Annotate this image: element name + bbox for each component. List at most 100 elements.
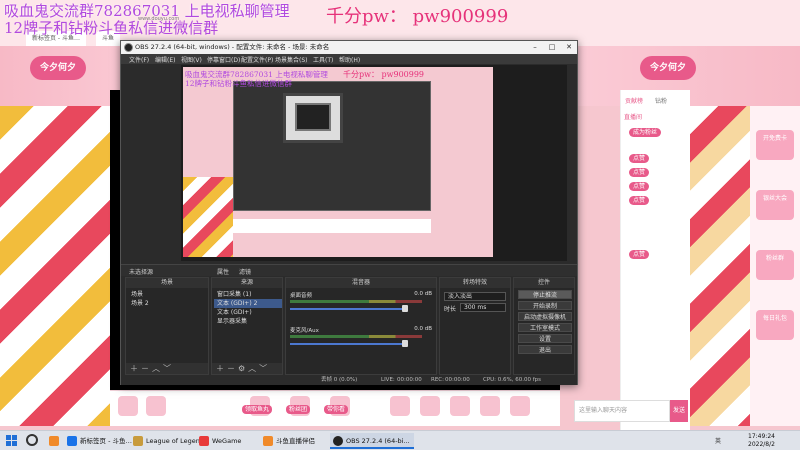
gift-icon[interactable] — [450, 396, 470, 416]
studio-mode-button[interactable]: 工作室模式 — [518, 323, 572, 332]
exit-button[interactable]: 退出 — [518, 345, 572, 354]
douyu-icon — [49, 436, 59, 446]
preview-watermark-line2: 12牌子和钻粉斗鱼私信进微信群 — [185, 79, 293, 88]
scene-item[interactable]: 场景 2 — [128, 299, 208, 308]
source-item[interactable]: 文本 (GDI+) 2 — [214, 299, 282, 308]
start-recording-button[interactable]: 开始录制 — [518, 301, 572, 310]
dropped-frames: 丢帧 0 (0.0%) — [321, 377, 358, 383]
menu-help[interactable]: 帮助(H) — [339, 55, 360, 64]
source-item[interactable]: 文本 (GDI+) — [214, 308, 282, 317]
menu-tools[interactable]: 工具(T) — [313, 55, 333, 64]
menu-scene-collection[interactable]: 场景集合(S) — [275, 55, 308, 64]
properties-button[interactable]: 属性 — [217, 267, 229, 276]
taskbar: 新标签页 - 斗鱼… League of Legends WeGame 斗鱼直播… — [0, 430, 800, 450]
volume-fader-knob[interactable] — [402, 305, 408, 312]
close-button[interactable]: ✕ — [561, 41, 577, 54]
duration-input[interactable]: 300 ms — [460, 303, 506, 312]
gift-icon[interactable] — [510, 396, 530, 416]
wegame-icon — [199, 436, 209, 446]
preview-capture: 吸血鬼交流群782867031 上电视私聊管理 千分pw： pw900999 1… — [183, 67, 493, 257]
menu-edit[interactable]: 编辑(E) — [155, 55, 175, 64]
chat-like-button[interactable]: 点赞 — [629, 168, 650, 177]
minimize-button[interactable]: – — [527, 41, 543, 54]
side-card[interactable]: 每日礼包 — [756, 310, 794, 340]
taskbar-app-douyu-companion[interactable]: 斗鱼直播伴侣 — [260, 433, 319, 449]
obs-title-bar[interactable]: OBS 27.2.4 (64-bit, windows) - 配置文件: 未命名… — [121, 41, 577, 54]
gift-icon[interactable] — [480, 396, 500, 416]
maximize-button[interactable]: □ — [544, 41, 560, 54]
taskbar-app-browser[interactable]: 新标签页 - 斗鱼… — [64, 433, 136, 449]
watermark-password: 千分pw： pw900999 — [326, 6, 509, 27]
side-card[interactable]: 粉丝群 — [756, 250, 794, 280]
source-toolbar: 未选择源 属性 滤镜 — [121, 264, 577, 276]
scenes-toolbar[interactable]: ＋－︿﹀ — [126, 363, 208, 374]
rec-label: REC: — [431, 377, 444, 383]
windows-start-icon[interactable] — [6, 435, 18, 447]
chat-room-label: 直播间 — [624, 114, 643, 121]
decorative-stripes-left — [0, 106, 110, 426]
menu-profile[interactable]: 配置文件(P) — [241, 55, 273, 64]
chat-follow-button[interactable]: 成为粉丝 — [629, 128, 662, 137]
menu-file[interactable]: 文件(F) — [129, 55, 149, 64]
filters-button[interactable]: 滤镜 — [239, 267, 251, 276]
stop-streaming-button[interactable]: 停止推流 — [518, 290, 572, 299]
chat-like-button[interactable]: 点赞 — [629, 250, 650, 259]
chat-input[interactable]: 这里输入聊天内容 — [574, 400, 670, 422]
obs-window-title: OBS 27.2.4 (64-bit, windows) - 配置文件: 未命名… — [135, 43, 330, 51]
gift-label[interactable]: 领取鱼丸 — [242, 405, 273, 414]
gift-icon[interactable] — [420, 396, 440, 416]
chat-like-button[interactable]: 点赞 — [629, 182, 650, 191]
source-item[interactable]: 显示器采集 — [214, 317, 282, 326]
transitions-dock: 转场特效 淡入淡出 时长 300 ms — [439, 277, 511, 375]
scene-item[interactable]: 场景 — [128, 290, 208, 299]
side-card[interactable]: 开免费卡 — [756, 130, 794, 160]
search-icon[interactable] — [26, 434, 38, 446]
gift-icon[interactable] — [390, 396, 410, 416]
preview-gift-row — [233, 219, 431, 233]
browser-icon — [67, 436, 77, 446]
chat-like-button[interactable]: 点赞 — [629, 196, 650, 205]
obs-window: OBS 27.2.4 (64-bit, windows) - 配置文件: 未命名… — [120, 40, 578, 385]
gift-icon[interactable] — [118, 396, 138, 416]
settings-button[interactable]: 设置 — [518, 334, 572, 343]
virtual-camera-button[interactable]: 启动虚拟摄像机 — [518, 312, 572, 321]
volume-fader-knob[interactable] — [402, 340, 408, 347]
sources-toolbar[interactable]: ＋－⚙︿﹀ — [212, 363, 282, 374]
volume-fader[interactable] — [290, 308, 408, 310]
obs-logo-icon — [124, 43, 133, 52]
taskbar-app-wegame[interactable]: WeGame — [196, 433, 245, 449]
live-time: 00:00:00 — [397, 377, 422, 383]
mixer-track-db: 0.0 dB — [414, 326, 432, 332]
live-label: LIVE: — [381, 377, 395, 383]
duration-label: 时长 — [444, 306, 457, 313]
source-item[interactable]: 窗口采集 (1) — [214, 290, 282, 299]
obs-menu-bar: 文件(F) 编辑(E) 视图(V) 停靠窗口(D) 配置文件(P) 场景集合(S… — [121, 54, 577, 64]
send-button[interactable]: 发送 — [670, 400, 688, 422]
sources-dock-title: 来源 — [212, 278, 282, 288]
side-card[interactable]: 银丝大会 — [756, 190, 794, 220]
mixer-track: 桌面音频 0.0 dB — [290, 291, 432, 319]
gift-label[interactable]: 粉丝团 — [286, 405, 311, 414]
scenes-dock: 场景 场景 场景 2 ＋－︿﹀ — [125, 277, 209, 375]
transition-select[interactable]: 淡入淡出 — [444, 292, 506, 301]
gift-icon[interactable] — [146, 396, 166, 416]
danmu-tab-contrib[interactable]: 贡献榜 — [625, 96, 643, 105]
chat-like-button[interactable]: 点赞 — [629, 154, 650, 163]
mixer-track-db: 0.0 dB — [414, 291, 432, 297]
taskbar-app-douyu[interactable] — [46, 433, 66, 449]
menu-view[interactable]: 视图(V) — [181, 55, 202, 64]
clock-date: 2022/8/2 — [748, 441, 775, 448]
taskbar-app-obs[interactable]: OBS 27.2.4 (64-bi... — [330, 433, 414, 449]
site-logo-right[interactable]: 今夕何夕 — [640, 56, 697, 80]
sources-dock: 来源 窗口采集 (1) 文本 (GDI+) 2 文本 (GDI+) 显示器采集 … — [211, 277, 283, 375]
tray-language[interactable]: 英 — [715, 436, 721, 445]
system-clock[interactable]: 17:49:24 2022/8/2 — [748, 433, 775, 449]
volume-fader[interactable] — [290, 343, 408, 345]
preview-nested-frame — [295, 103, 331, 131]
scenes-dock-title: 场景 — [126, 278, 208, 288]
site-logo[interactable]: 今夕何夕 — [30, 56, 87, 80]
menu-docks[interactable]: 停靠窗口(D) — [207, 55, 240, 64]
gift-label[interactable]: 带你看 — [324, 405, 349, 414]
douyu-companion-icon — [263, 436, 273, 446]
danmu-tab-fans[interactable]: 钻粉 — [655, 96, 667, 105]
